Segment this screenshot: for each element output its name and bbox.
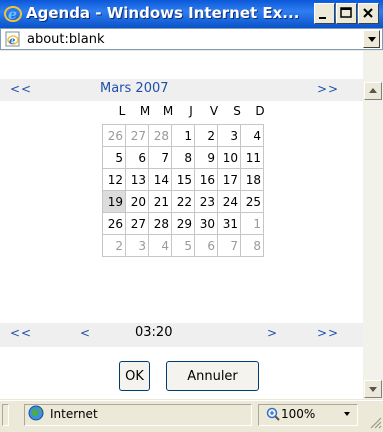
prev-minute-link[interactable]: <	[80, 326, 91, 340]
calendar-day[interactable]: 20	[125, 190, 149, 213]
calendar-day[interactable]: 6	[194, 234, 218, 257]
calendar-day[interactable]: 2	[194, 124, 218, 147]
calendar-day[interactable]: 28	[148, 212, 172, 235]
scroll-down-button[interactable]	[364, 380, 382, 398]
calendar-week: 12 13 14 15 16 17 18	[102, 168, 264, 191]
address-field[interactable]: about:blank	[27, 32, 105, 47]
calendar-day[interactable]: 31	[217, 212, 241, 235]
calendar-day[interactable]: 22	[171, 190, 195, 213]
calendar-day[interactable]: 14	[148, 168, 172, 191]
calendar-day[interactable]: 5	[171, 234, 195, 257]
calendar-day[interactable]: 2	[102, 234, 126, 257]
browser-window: e Agenda - Windows Internet Ex... e abou…	[0, 0, 383, 430]
calendar-day[interactable]: 4	[240, 124, 264, 147]
calendar-day[interactable]: 7	[148, 146, 172, 169]
ie-page-icon: e	[5, 31, 21, 47]
calendar-day[interactable]: 15	[171, 168, 195, 191]
window-title: Agenda - Windows Internet Ex...	[26, 4, 300, 22]
calendar-day[interactable]: 8	[171, 146, 195, 169]
calendar-day[interactable]: 16	[194, 168, 218, 191]
calendar-day[interactable]: 3	[217, 124, 241, 147]
calendar-day[interactable]: 1	[240, 212, 264, 235]
next-minute-link[interactable]: >	[267, 326, 278, 340]
time-value: 03:20	[135, 325, 173, 340]
zoom-level[interactable]: 100%	[281, 407, 315, 421]
calendar-day[interactable]: 29	[171, 212, 195, 235]
address-bar[interactable]: e about:blank	[0, 28, 383, 50]
weekday-label: J	[189, 104, 193, 118]
svg-text:e: e	[9, 36, 15, 47]
prev-hour-link[interactable]: <<	[10, 326, 32, 340]
calendar-day[interactable]: 30	[194, 212, 218, 235]
calendar-day[interactable]: 26	[102, 124, 126, 147]
status-zone-text: Internet	[50, 407, 98, 421]
calendar-week: 26 27 28 1 2 3 4	[102, 124, 264, 147]
calendar-day-selected[interactable]: 19	[102, 190, 126, 213]
calendar-day[interactable]: 3	[125, 234, 149, 257]
title-bar[interactable]: e Agenda - Windows Internet Ex...	[0, 0, 383, 28]
ie-icon: e	[4, 5, 22, 23]
calendar-day[interactable]: 21	[148, 190, 172, 213]
calendar-day[interactable]: 7	[217, 234, 241, 257]
magnifier-icon	[266, 407, 280, 421]
scroll-up-button[interactable]	[364, 82, 382, 100]
globe-icon	[28, 405, 44, 421]
ok-button[interactable]: OK	[119, 361, 150, 391]
calendar-week: 26 27 28 29 30 31 1	[102, 212, 264, 235]
calendar-week: 19 20 21 22 23 24 25	[102, 190, 264, 213]
weekday-label: M	[162, 104, 174, 118]
calendar-day[interactable]: 28	[148, 124, 172, 147]
weekday-label: S	[233, 104, 241, 118]
weekday-label: M	[139, 104, 151, 118]
weekday-label: D	[255, 104, 265, 118]
close-button[interactable]	[358, 3, 379, 24]
page-content: << Mars 2007 >> L M M J V S D 26 27 28 1…	[0, 51, 363, 399]
calendar-day[interactable]: 1	[171, 124, 195, 147]
month-title: Mars 2007	[100, 81, 169, 96]
maximize-button[interactable]	[336, 3, 357, 24]
calendar-day[interactable]: 9	[194, 146, 218, 169]
minimize-button[interactable]	[314, 3, 335, 24]
calendar-week: 2 3 4 5 6 7 8	[102, 234, 264, 257]
cancel-button[interactable]: Annuler	[166, 361, 259, 391]
calendar-day[interactable]: 24	[217, 190, 241, 213]
calendar-grid: 26 27 28 1 2 3 4 5 6 7 8 9 10 11 12 13 1…	[102, 124, 264, 257]
calendar-day[interactable]: 5	[102, 146, 126, 169]
calendar-day[interactable]: 23	[194, 190, 218, 213]
month-header	[0, 79, 363, 101]
status-cell	[2, 404, 9, 426]
calendar-day[interactable]: 13	[125, 168, 149, 191]
zoom-dropdown-arrow[interactable]	[344, 412, 350, 416]
resize-grip[interactable]	[368, 415, 382, 429]
calendar-day[interactable]: 8	[240, 234, 264, 257]
weekday-label: L	[118, 104, 126, 118]
calendar-day[interactable]: 10	[217, 146, 241, 169]
calendar-day[interactable]: 4	[148, 234, 172, 257]
next-month-link[interactable]: >>	[317, 82, 339, 96]
vertical-scrollbar[interactable]	[363, 51, 383, 399]
next-hour-link[interactable]: >>	[317, 326, 339, 340]
weekday-label: V	[209, 104, 219, 118]
calendar-day[interactable]: 6	[125, 146, 149, 169]
calendar-day[interactable]: 18	[240, 168, 264, 191]
prev-month-link[interactable]: <<	[10, 82, 32, 96]
address-dropdown-button[interactable]	[363, 30, 380, 48]
calendar-day[interactable]: 11	[240, 146, 264, 169]
calendar-day[interactable]: 27	[125, 124, 149, 147]
calendar-day[interactable]: 26	[102, 212, 126, 235]
status-bar: Internet 100%	[0, 400, 383, 430]
calendar-week: 5 6 7 8 9 10 11	[102, 146, 264, 169]
calendar-day[interactable]: 25	[240, 190, 264, 213]
calendar-day[interactable]: 12	[102, 168, 126, 191]
time-bar	[0, 323, 363, 347]
svg-text:e: e	[8, 7, 17, 23]
calendar-day[interactable]: 27	[125, 212, 149, 235]
calendar-day[interactable]: 17	[217, 168, 241, 191]
